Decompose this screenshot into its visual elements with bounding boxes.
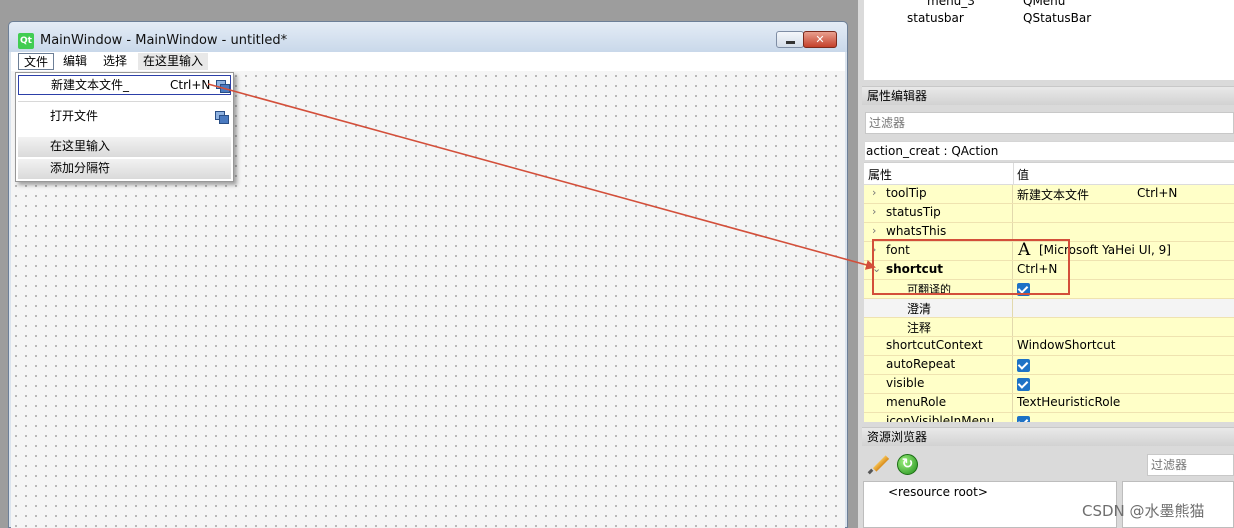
menu-file[interactable]: 文件 [18,53,55,70]
menu-select[interactable]: 选择 [98,53,132,70]
property-name: toolTip [886,186,927,200]
menu-type-here[interactable]: 在这里输入 [138,53,209,70]
property-row-shortcutcontext[interactable]: shortcutContext WindowShortcut [864,337,1234,356]
property-row-autorepeat[interactable]: autoRepeat [864,356,1234,375]
resource-tree: <resource root> [863,481,1117,528]
menu-item-new-file[interactable]: 新建文本文件_ Ctrl+N [18,75,231,95]
form-titlebar: Qt MainWindow - MainWindow - untitled* ✕ [9,22,847,52]
property-value[interactable]: WindowShortcut [1017,338,1115,352]
property-name: menuRole [886,395,947,409]
menu-item-type-here[interactable]: 在这里输入 [18,137,231,157]
property-name: 澄清 [907,302,932,316]
minimize-button[interactable] [776,31,804,48]
resource-root-item[interactable]: <resource root> [888,485,988,499]
property-name: shortcutContext [886,338,983,352]
menu-item-shortcut: Ctrl+N [170,78,211,92]
property-name: whatsThis [886,224,947,238]
menu-item-label: 在这里输入 [50,139,111,153]
form-menubar: 文件 编辑 选择 在这里输入 [11,52,845,71]
property-row-iconvisibleinmenu[interactable]: iconVisibleInMenu [864,413,1234,422]
header-property[interactable]: 属性 [868,166,892,183]
property-name: 注释 [907,321,932,335]
property-value[interactable]: 新建文本文件 [1017,186,1089,203]
property-row-disambiguation[interactable]: 澄清 [864,299,1234,318]
property-name: autoRepeat [886,357,956,371]
property-row-tooltip[interactable]: › toolTip 新建文本文件 Ctrl+N [864,185,1234,204]
property-editor-title: 属性编辑器 [862,86,1234,105]
window-title: MainWindow - MainWindow - untitled* [40,33,288,48]
submenu-icon[interactable] [216,80,230,93]
property-value[interactable]: TextHeuristicRole [1017,395,1120,409]
annotation-highlight-box [872,239,1070,295]
property-table-header: 属性 值 [864,163,1234,185]
menu-item-label: 添加分隔符 [50,161,111,175]
header-value[interactable]: 值 [1017,166,1029,183]
qt-logo-icon: Qt [18,33,34,49]
object-class: QMenu [1023,0,1066,8]
expand-chevron-icon[interactable]: › [872,186,876,199]
close-button[interactable]: ✕ [803,31,837,48]
object-name[interactable]: menu_3 [927,0,975,10]
property-row-statustip[interactable]: › statusTip [864,204,1234,223]
property-value-shortcut: Ctrl+N [1137,186,1178,200]
submenu-icon[interactable] [215,111,229,124]
watermark-text: CSDN @水墨熊猫 [1082,502,1205,520]
property-object-label: action_creat : QAction [865,141,1234,160]
menu-edit[interactable]: 编辑 [58,53,92,70]
menu-item-add-separator[interactable]: 添加分隔符 [18,159,231,179]
property-filter-input[interactable] [865,112,1234,134]
checkbox-checked-icon[interactable] [1017,378,1030,391]
menu-separator [18,101,231,102]
object-name[interactable]: statusbar [907,10,964,27]
expand-chevron-icon[interactable]: › [872,205,876,218]
expand-chevron-icon[interactable]: › [872,224,876,237]
checkbox-checked-icon[interactable] [1017,416,1030,422]
file-dropdown-menu: 新建文本文件_ Ctrl+N 打开文件 在这里输入 添加分隔符 [15,72,234,182]
menu-item-open-file[interactable]: 打开文件 [18,107,231,127]
header-divider [1013,163,1014,185]
property-row-menurole[interactable]: menuRole TextHeuristicRole [864,394,1234,413]
reload-icon[interactable]: ↻ [897,454,918,475]
menu-item-label: 打开文件 [50,109,99,123]
property-name: visible [886,376,925,390]
object-class: QStatusBar [1023,11,1092,25]
checkbox-checked-icon[interactable] [1017,359,1030,372]
property-row-comment[interactable]: 注释 [864,318,1234,337]
property-row-visible[interactable]: visible [864,375,1234,394]
property-name: statusTip [886,205,941,219]
resource-filter-input[interactable] [1147,454,1234,476]
menu-item-label: 新建文本文件_ [51,78,130,92]
resource-browser-title: 资源浏览器 [862,427,1234,446]
pencil-edit-icon[interactable] [868,455,890,475]
property-name: iconVisibleInMenu [886,414,995,422]
